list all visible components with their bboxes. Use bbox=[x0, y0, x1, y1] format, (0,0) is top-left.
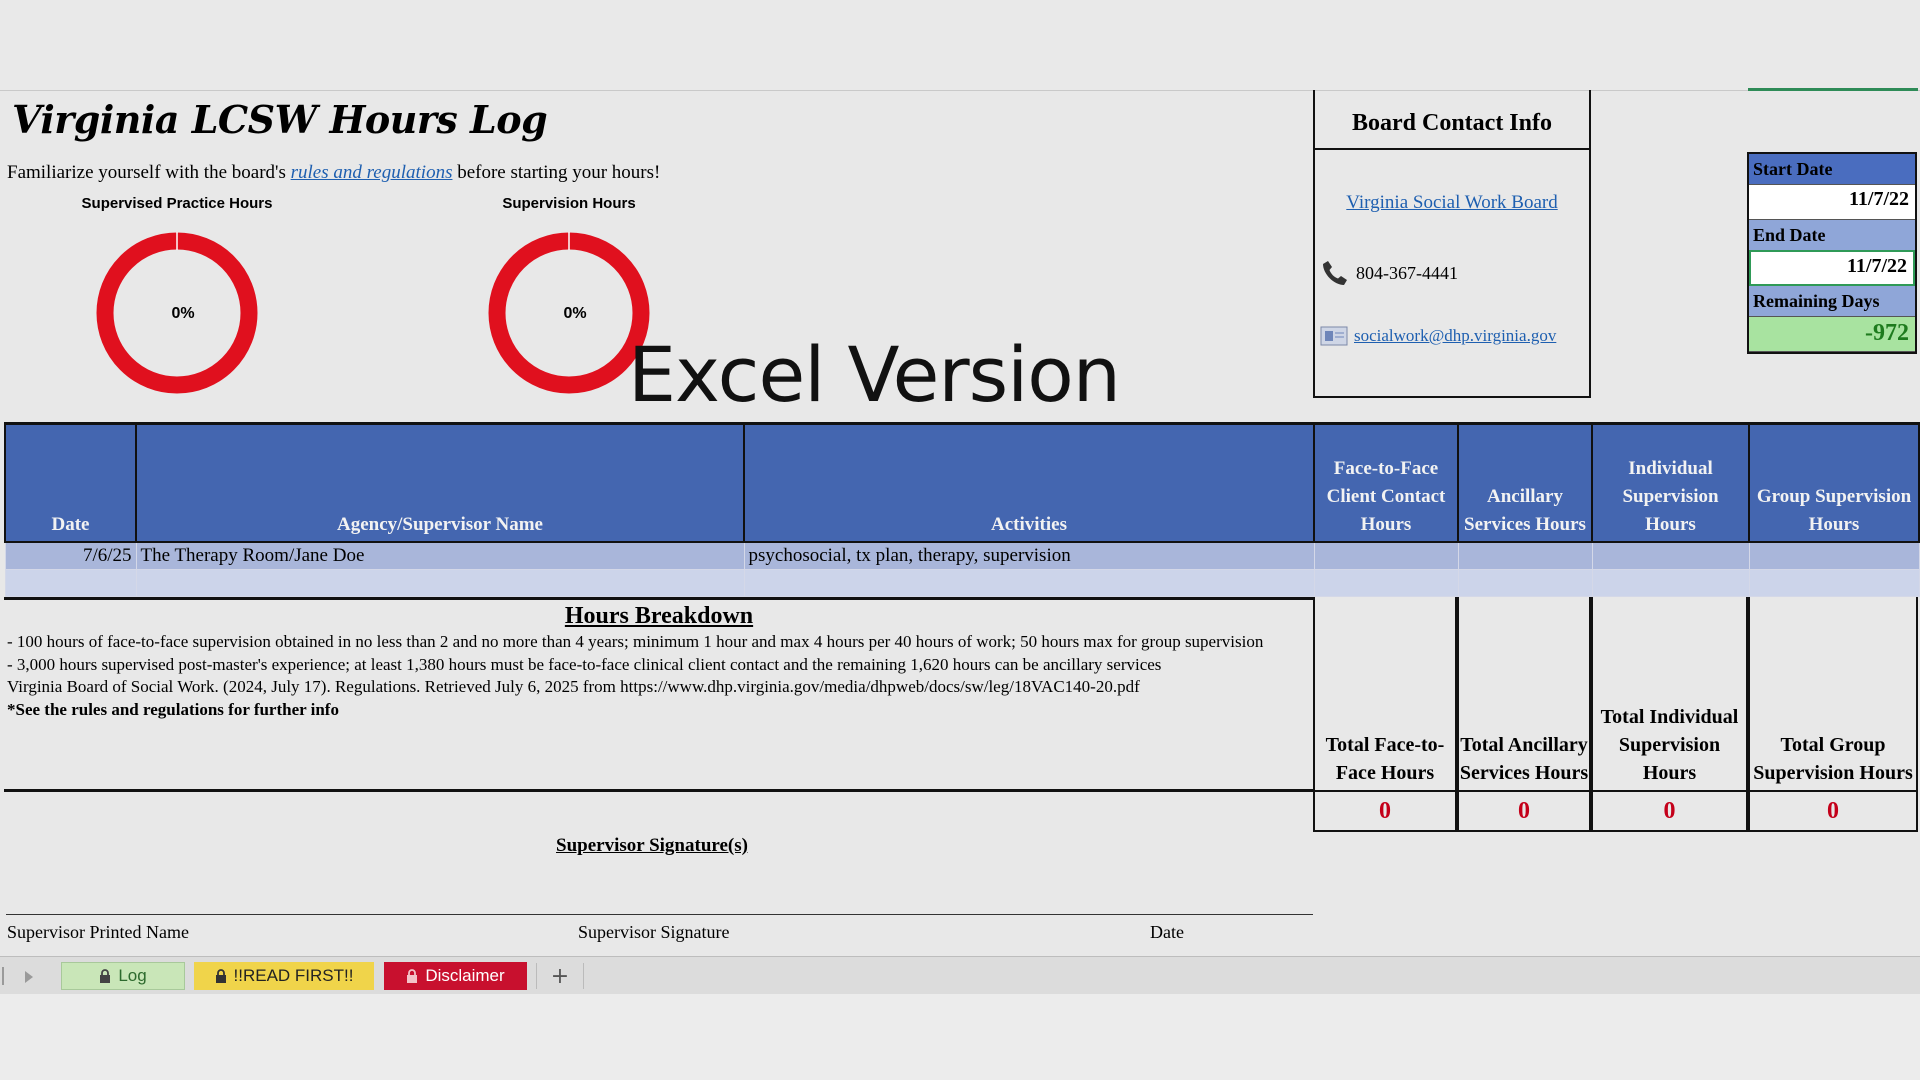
add-sheet-button[interactable]: + bbox=[536, 963, 584, 989]
total-group-value: 0 bbox=[1748, 792, 1918, 832]
start-date-value[interactable]: 11/7/22 bbox=[1749, 184, 1915, 220]
tab-label: Disclaimer bbox=[425, 966, 505, 985]
start-date-label: Start Date bbox=[1749, 154, 1915, 184]
selection-indicator bbox=[1748, 88, 1918, 91]
breakdown-citation: Virginia Board of Social Work. (2024, Ju… bbox=[7, 677, 1140, 696]
supervisor-signature-title: Supervisor Signature(s) bbox=[556, 835, 748, 856]
total-face-to-face-value: 0 bbox=[1313, 792, 1457, 832]
breakdown-line: - 3,000 hours supervised post-master's e… bbox=[7, 654, 1162, 674]
dates-panel: Start Date 11/7/22 End Date 11/7/22 Rema… bbox=[1747, 152, 1917, 354]
total-group-label: Total Group Supervision Hours bbox=[1748, 597, 1918, 792]
page-title: Virginia LCSW Hours Log bbox=[12, 97, 548, 142]
sheet-tab-bar: Log !!READ FIRST!! Disclaimer + bbox=[0, 956, 1920, 995]
breakdown-text: - 100 hours of face-to-face supervision … bbox=[4, 630, 1314, 722]
phone-row: 804-367-4441 bbox=[1320, 258, 1458, 288]
totals-panel: Total Face-to-Face Hours Total Ancillary… bbox=[1313, 597, 1918, 832]
breakdown-line: - 100 hours of face-to-face supervision … bbox=[7, 632, 1264, 651]
col-header-agency: Agency/Supervisor Name bbox=[135, 422, 745, 543]
scroll-left-edge bbox=[2, 967, 4, 985]
email-icon bbox=[1320, 326, 1348, 346]
col-header-ancillary: Ancillary Services Hours bbox=[1457, 422, 1593, 543]
intro-before: Familiarize yourself with the board's bbox=[7, 162, 291, 183]
total-individual-value: 0 bbox=[1591, 792, 1748, 832]
cell-group[interactable] bbox=[1748, 541, 1920, 570]
col-header-face-to-face: Face-to-Face Client Contact Hours bbox=[1313, 422, 1459, 543]
cell-activities[interactable]: psychosocial, tx plan, therapy, supervis… bbox=[743, 541, 1315, 570]
tab-label: !!READ FIRST!! bbox=[233, 966, 354, 985]
donut-chart-supervision: 0% bbox=[488, 232, 650, 394]
col-header-date: Date bbox=[4, 422, 137, 543]
donut-label-practice: Supervised Practice Hours bbox=[81, 195, 273, 212]
board-contact-box: Board Contact Info Virginia Social Work … bbox=[1313, 90, 1591, 398]
breakdown-title: Hours Breakdown bbox=[564, 603, 754, 629]
excel-version-watermark: Excel Version bbox=[628, 330, 1121, 419]
phone-number: 804-367-4441 bbox=[1356, 262, 1458, 283]
tab-disclaimer[interactable]: Disclaimer bbox=[384, 962, 527, 990]
col-header-activities: Activities bbox=[743, 422, 1315, 543]
cell-face-to-face[interactable] bbox=[1313, 569, 1459, 597]
printed-name-label: Supervisor Printed Name bbox=[7, 922, 189, 942]
table-row bbox=[4, 569, 1920, 597]
contact-title: Board Contact Info bbox=[1315, 90, 1589, 150]
end-date-label: End Date bbox=[1749, 220, 1915, 250]
cell-group[interactable] bbox=[1748, 569, 1920, 597]
table-row: 7/6/25 The Therapy Room/Jane Doe psychos… bbox=[4, 541, 1920, 570]
donut-label-supervision: Supervision Hours bbox=[502, 195, 636, 212]
signature-line bbox=[6, 914, 1313, 915]
cell-date[interactable] bbox=[4, 569, 137, 597]
cell-ancillary[interactable] bbox=[1457, 569, 1593, 597]
intro-text: Familiarize yourself with the board's ru… bbox=[7, 162, 660, 184]
totals-label-row: Total Face-to-Face Hours Total Ancillary… bbox=[1313, 597, 1918, 792]
cell-activities[interactable] bbox=[743, 569, 1315, 597]
remaining-days-value: -972 bbox=[1749, 316, 1915, 352]
cell-individual[interactable] bbox=[1591, 569, 1750, 597]
end-date-value[interactable]: 11/7/22 bbox=[1749, 250, 1915, 286]
intro-after: before starting your hours! bbox=[452, 162, 661, 183]
cell-agency[interactable] bbox=[135, 569, 745, 597]
total-ancillary-value: 0 bbox=[1457, 792, 1591, 832]
tab-log[interactable]: Log bbox=[61, 962, 185, 990]
email-row[interactable]: socialwork@dhp.virginia.gov bbox=[1320, 325, 1556, 347]
totals-value-row: 0 0 0 0 bbox=[1313, 792, 1918, 832]
lock-icon bbox=[215, 968, 226, 983]
board-link[interactable]: Virginia Social Work Board bbox=[1315, 192, 1589, 214]
hours-breakdown: Hours Breakdown - 100 hours of face-to-f… bbox=[4, 597, 1314, 792]
remaining-days-label: Remaining Days bbox=[1749, 286, 1915, 316]
donut-value: 0% bbox=[171, 305, 194, 322]
lock-icon bbox=[407, 968, 418, 983]
col-header-group: Group Supervision Hours bbox=[1748, 422, 1920, 543]
cell-agency[interactable]: The Therapy Room/Jane Doe bbox=[135, 541, 745, 570]
cell-date[interactable]: 7/6/25 bbox=[4, 541, 137, 570]
col-header-individual: Individual Supervision Hours bbox=[1591, 422, 1750, 543]
table-header-row: Date Agency/Supervisor Name Activities F… bbox=[4, 422, 1920, 543]
lock-icon bbox=[100, 968, 111, 983]
total-face-to-face-label: Total Face-to-Face Hours bbox=[1313, 597, 1457, 792]
donut-chart-practice: 0% bbox=[96, 232, 258, 394]
sheet-scroll-right-icon[interactable] bbox=[22, 969, 36, 985]
rules-link[interactable]: rules and regulations bbox=[291, 162, 453, 183]
total-individual-label: Total Individual Supervision Hours bbox=[1591, 597, 1748, 792]
hours-log-table: Date Agency/Supervisor Name Activities F… bbox=[4, 422, 1920, 597]
signature-label: Supervisor Signature bbox=[578, 922, 730, 942]
cell-face-to-face[interactable] bbox=[1313, 541, 1459, 570]
total-ancillary-label: Total Ancillary Services Hours bbox=[1457, 597, 1591, 792]
cell-ancillary[interactable] bbox=[1457, 541, 1593, 570]
email-link[interactable]: socialwork@dhp.virginia.gov bbox=[1354, 326, 1556, 346]
date-label: Date bbox=[1150, 922, 1184, 942]
phone-icon bbox=[1323, 261, 1347, 285]
breakdown-note: *See the rules and regulations for furth… bbox=[7, 699, 339, 719]
donut-value: 0% bbox=[563, 305, 586, 322]
cell-individual[interactable] bbox=[1591, 541, 1750, 570]
tab-read-first[interactable]: !!READ FIRST!! bbox=[194, 962, 374, 990]
window-bottom-area bbox=[0, 994, 1920, 1080]
tab-label: Log bbox=[118, 966, 147, 985]
